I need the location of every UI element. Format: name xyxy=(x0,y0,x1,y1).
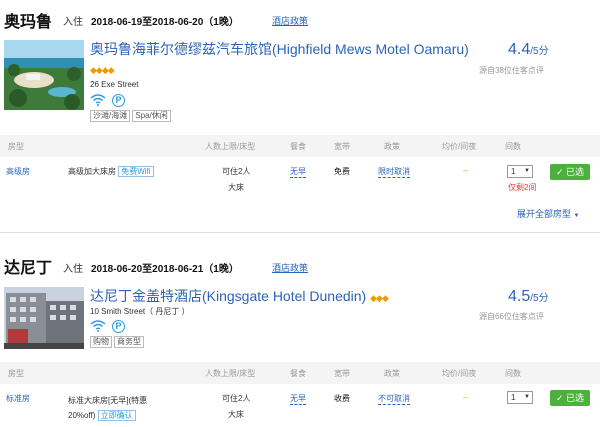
section-divider xyxy=(0,232,600,233)
expand-label: 展开全部房型 xyxy=(517,209,572,219)
score-value: 4.4 xyxy=(508,41,531,58)
room-qty-select[interactable]: 1 ▼ xyxy=(507,165,533,178)
col-broadband: 宽带 xyxy=(334,369,350,378)
hotel-name: 奥玛鲁海菲尔德缪兹汽车旅馆(Highfield Mews Motel Oamar… xyxy=(90,41,469,57)
col-quantity: 间数 xyxy=(505,369,521,378)
room-table-header: 房型 人数上限/床型 餐食 宽带 政策 均价/间夜 间数 xyxy=(0,362,600,384)
col-meal: 餐食 xyxy=(290,369,306,378)
hotel-tags: 沙滩/海滩 Spa/休闲 xyxy=(90,110,173,122)
dropdown-arrow-icon: ▼ xyxy=(524,168,530,174)
score-denominator: /5分 xyxy=(530,46,549,57)
col-price: 均价/间夜 xyxy=(442,142,477,151)
col-price: 均价/间夜 xyxy=(442,369,477,378)
room-subtype-line2: 20%off) xyxy=(68,411,96,420)
amenity-icons: P xyxy=(90,319,125,333)
hotel-address: 26 Exe Street xyxy=(90,80,139,89)
room-capacity: 可住2人 xyxy=(222,394,251,403)
avg-price: -- xyxy=(463,166,469,175)
hotel-policy-link[interactable]: 酒店政策 xyxy=(272,261,308,274)
score-denominator: /5分 xyxy=(530,293,549,304)
wifi-icon xyxy=(90,320,106,332)
col-room-type: 房型 xyxy=(8,369,24,378)
broadband-info: 收费 xyxy=(334,394,350,403)
cancel-policy[interactable]: 不可取消 xyxy=(378,393,410,405)
broadband-info: 免费 xyxy=(334,167,350,176)
room-table-header: 房型 人数上限/床型 餐食 宽带 政策 均价/间夜 间数 xyxy=(0,135,600,157)
room-type-link[interactable]: 标准房 xyxy=(6,393,30,404)
meal-info[interactable]: 无早 xyxy=(290,166,306,178)
chevron-down-icon: ▼ xyxy=(573,213,580,219)
review-score: 4.5/5分 xyxy=(508,288,549,306)
review-score: 4.4/5分 xyxy=(508,41,549,59)
rating-diamonds-icon: ◆◆◆ xyxy=(370,293,389,303)
hotel-photo[interactable] xyxy=(4,40,84,110)
tag: 购物 xyxy=(90,336,112,348)
stay-dates: 2018-06-19至2018-06-20（1晚） xyxy=(91,17,239,28)
rooms-left-note: 仅剩2间 xyxy=(508,183,537,192)
avg-price: -- xyxy=(463,393,469,402)
cancel-policy[interactable]: 限时取消 xyxy=(378,166,410,178)
hotel-address: 10 Smith Street（ 丹尼丁 ） xyxy=(90,307,190,316)
hotel-name-link[interactable]: 达尼丁金盖特酒店(Kingsgate Hotel Dunedin) ◆◆◆ xyxy=(90,287,470,308)
review-count[interactable]: 源自66位住客点评 xyxy=(479,311,544,322)
stay-dates: 2018-06-20至2018-06-21（1晚） xyxy=(91,264,239,275)
score-value: 4.5 xyxy=(508,288,531,305)
hotel-tags: 购物 商务型 xyxy=(90,336,146,348)
col-policy: 政策 xyxy=(384,369,400,378)
parking-icon: P xyxy=(112,319,125,333)
qty-value: 1 xyxy=(511,167,516,176)
room-qty-select[interactable]: 1 ▼ xyxy=(507,391,533,404)
parking-icon: P xyxy=(112,93,125,107)
review-count[interactable]: 源自38位住客点评 xyxy=(479,65,544,76)
dropdown-arrow-icon: ▼ xyxy=(524,394,530,400)
free-wifi-tag: 免费Wifi xyxy=(118,166,154,177)
checkin-label: 入住 xyxy=(63,264,83,275)
col-meal: 餐食 xyxy=(290,142,306,151)
col-capacity: 人数上限/床型 xyxy=(205,142,256,151)
amenity-icons: P xyxy=(90,93,125,107)
col-capacity: 人数上限/床型 xyxy=(205,369,256,378)
city-title: 达尼丁 xyxy=(4,260,53,277)
instant-confirm-tag: 立即确认 xyxy=(97,410,136,421)
room-subtype: 高级加大床房 免费Wifi xyxy=(68,166,154,177)
room-capacity: 可住2人 xyxy=(222,167,251,176)
qty-value: 1 xyxy=(511,393,516,402)
city-title: 奥玛鲁 xyxy=(4,14,53,31)
hotel-name-link[interactable]: 奥玛鲁海菲尔德缪兹汽车旅馆(Highfield Mews Motel Oamar… xyxy=(90,40,470,80)
meal-info[interactable]: 无早 xyxy=(290,393,306,405)
tag: 沙滩/海滩 xyxy=(90,110,131,122)
room-subtype-line1: 标准大床房[无早](特惠 xyxy=(68,396,148,405)
col-broadband: 宽带 xyxy=(334,142,350,151)
room-bed: 大床 xyxy=(228,410,244,419)
hotel-name: 达尼丁金盖特酒店(Kingsgate Hotel Dunedin) xyxy=(90,288,367,304)
tag: Spa/休闲 xyxy=(132,110,171,122)
room-bed: 大床 xyxy=(228,183,244,192)
hotel-policy-link[interactable]: 酒店政策 xyxy=(272,14,308,27)
tag: 商务型 xyxy=(114,336,144,348)
checkin-label: 入住 xyxy=(63,17,83,28)
room-type-link[interactable]: 高级房 xyxy=(6,166,30,177)
selected-button[interactable]: ✓ 已选 xyxy=(550,164,590,180)
expand-all-rooms[interactable]: 展开全部房型 ▼ xyxy=(517,207,579,220)
col-policy: 政策 xyxy=(384,142,400,151)
col-quantity: 间数 xyxy=(505,142,521,151)
wifi-icon xyxy=(90,94,106,106)
hotel-photo[interactable] xyxy=(4,287,84,349)
room-subtype: 标准大床房[无早](特惠 20%off) 立即确认 xyxy=(68,393,198,423)
room-subtype-text: 高级加大床房 xyxy=(68,167,116,176)
selected-button[interactable]: ✓ 已选 xyxy=(550,390,590,406)
rating-diamonds-icon: ◆◆◆◆ xyxy=(90,65,115,75)
col-room-type: 房型 xyxy=(8,142,24,151)
